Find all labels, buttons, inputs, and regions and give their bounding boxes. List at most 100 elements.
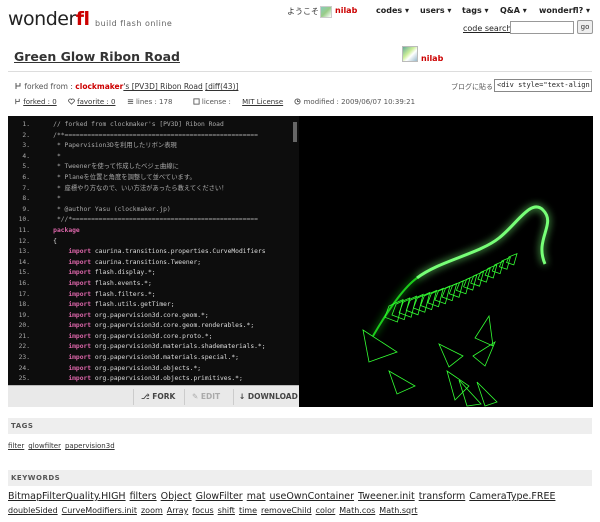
favorite-count-link[interactable]: favorite : 0 — [77, 98, 115, 106]
keywords-row-1: BitmapFilterQuality.HIGH filters Object Glo… — [8, 491, 559, 502]
author-avatar[interactable] — [402, 46, 418, 62]
keyword-link[interactable]: color — [316, 506, 336, 515]
download-button[interactable]: ↓ DOWNLOAD — [239, 392, 298, 401]
code-text: org.papervision3d.objects.primitives.*; — [91, 375, 243, 383]
diff-link[interactable]: [diff(43)] — [205, 82, 238, 91]
forked-title-link[interactable]: 's [PV3D] Ribon Road — [123, 82, 202, 91]
fork-icon — [15, 98, 20, 105]
keyword-link[interactable]: transform — [419, 491, 466, 502]
line-number: 9. — [22, 205, 30, 213]
keyword-link[interactable]: CameraType.FREE — [469, 491, 555, 502]
toolbar-separator — [233, 389, 234, 405]
code-line: 6. * Planeを位置と角度を調整して並べています。 — [8, 173, 299, 184]
line-number: 20. — [18, 322, 30, 330]
keyword-link[interactable]: time — [239, 506, 257, 515]
tag-link[interactable]: filter — [8, 442, 24, 450]
code-line: 1. // forked from clockmaker's [PV3D] Ri… — [8, 120, 299, 131]
favorite-count: favorite : 0 — [68, 98, 115, 106]
site-tagline: build flash online — [95, 19, 173, 28]
keyword-link[interactable]: Array — [167, 506, 189, 515]
wonderfl-logo[interactable]: wonderfl — [8, 8, 90, 30]
fork-icon — [15, 83, 21, 89]
nav-codes[interactable]: codes ▾ — [376, 6, 409, 15]
line-number: 25. — [18, 375, 30, 383]
chevron-down-icon: ▾ — [586, 6, 591, 15]
keyword-link[interactable]: shift — [218, 506, 235, 515]
welcome-text: ようこそ — [287, 7, 319, 16]
code-line: 2. /**==================================… — [8, 131, 299, 142]
user-avatar[interactable] — [320, 6, 332, 18]
tags-list: filter glowfilter papervision3d — [8, 442, 119, 450]
keyword-link[interactable]: useOwnContainer — [270, 491, 355, 502]
keyword-link[interactable]: CurveModifiers.init — [62, 506, 137, 515]
toolbar-separator — [184, 389, 185, 405]
tag-link[interactable]: glowfilter — [28, 442, 61, 450]
keyword-link[interactable]: BitmapFilterQuality.HIGH — [8, 491, 126, 502]
code-text: flash.filters.*; — [91, 290, 156, 298]
keyword-link[interactable]: GlowFilter — [196, 491, 243, 502]
keyword-link[interactable]: Math.sqrt — [379, 506, 417, 515]
keyword-link[interactable]: doubleSided — [8, 506, 58, 515]
code-text: * Tweenerを使って作成したベジェ曲線に — [38, 163, 179, 171]
fork-count-link[interactable]: forked : 0 — [23, 98, 56, 106]
code-line: 24. import org.papervision3d.objects.*; — [8, 364, 299, 375]
keyword-link[interactable]: zoom — [141, 506, 163, 515]
code-line: 23. import org.papervision3d.materials.s… — [8, 353, 299, 364]
nav-tags[interactable]: tags ▾ — [462, 6, 489, 15]
code-text: org.papervision3d.materials.shademateria… — [91, 343, 266, 351]
page-title[interactable]: Green Glow Ribon Road — [14, 49, 180, 64]
code-line: 10. *//*================================… — [8, 215, 299, 226]
code-keyword: import — [68, 343, 92, 351]
code-text: * — [38, 152, 61, 160]
lines-count: lines : 178 — [127, 98, 182, 106]
line-number: 18. — [18, 301, 30, 309]
code-search-link[interactable]: code search — [463, 24, 511, 33]
keyword-link[interactable]: Tweener.init — [358, 491, 415, 502]
code-line: 16. import flash.events.*; — [8, 279, 299, 290]
nav-wonderfl[interactable]: wonderfl? ▾ — [539, 6, 590, 15]
user-link[interactable]: nilab — [335, 6, 357, 15]
code-keyword: import — [68, 290, 92, 298]
nav-qa[interactable]: Q&A ▾ — [500, 6, 527, 15]
license-link[interactable]: MIT License — [242, 98, 283, 106]
line-number: 14. — [18, 258, 30, 266]
keyword-link[interactable]: removeChild — [261, 506, 312, 515]
code-text: caurina.transitions.properties.CurveModi… — [91, 248, 266, 256]
code-keyword: import — [68, 322, 92, 330]
line-number: 11. — [18, 226, 30, 234]
code-keyword: import — [68, 375, 92, 383]
keyword-link[interactable]: Math.cos — [339, 506, 375, 515]
code-text: * Planeを位置と角度を調整して並べています。 — [38, 173, 196, 181]
ribbon-segment — [506, 252, 518, 266]
line-number: 8. — [22, 195, 30, 203]
flash-stage[interactable] — [299, 116, 593, 407]
forked-prefix: forked from : — [24, 82, 73, 91]
fork-button[interactable]: ⎇ FORK — [141, 392, 175, 401]
line-number: 1. — [22, 121, 30, 128]
nav-users[interactable]: users ▾ — [420, 6, 451, 15]
tag-link[interactable]: papervision3d — [65, 442, 115, 450]
keyword-link[interactable]: filters — [130, 491, 157, 502]
author-link[interactable]: nilab — [421, 54, 443, 63]
code-scrollbar[interactable] — [293, 122, 297, 142]
edit-button[interactable]: ✎ EDIT — [192, 392, 220, 401]
code-editor[interactable]: 1. // forked from clockmaker's [PV3D] Ri… — [8, 116, 299, 407]
keyword-link[interactable]: Object — [161, 491, 192, 502]
ribbon-render — [362, 205, 550, 407]
line-number: 7. — [22, 184, 30, 192]
code-line: 11. package — [8, 226, 299, 237]
keyword-link[interactable]: mat — [247, 491, 266, 502]
tags-heading: TAGS — [8, 418, 592, 434]
fork-count: forked : 0 — [14, 98, 57, 106]
keywords-row-2: doubleSided CurveModifiers.init zoom Array f… — [8, 506, 422, 515]
forked-author-link[interactable]: clockmaker — [75, 82, 123, 91]
go-button[interactable]: go — [577, 20, 593, 34]
code-line: 7. * 座標やり方なので、いい方法があったら教えてください！ — [8, 184, 299, 195]
code-text: flash.utils.getTimer; — [91, 301, 175, 309]
code-line: 5. * Tweenerを使って作成したベジェ曲線に — [8, 162, 299, 173]
embed-code-field[interactable]: <div style="text-align:cent — [494, 79, 592, 92]
code-keyword: import — [68, 258, 92, 266]
keyword-link[interactable]: focus — [192, 506, 213, 515]
search-input[interactable] — [510, 21, 574, 34]
keywords-heading: KEYWORDS — [8, 470, 592, 486]
